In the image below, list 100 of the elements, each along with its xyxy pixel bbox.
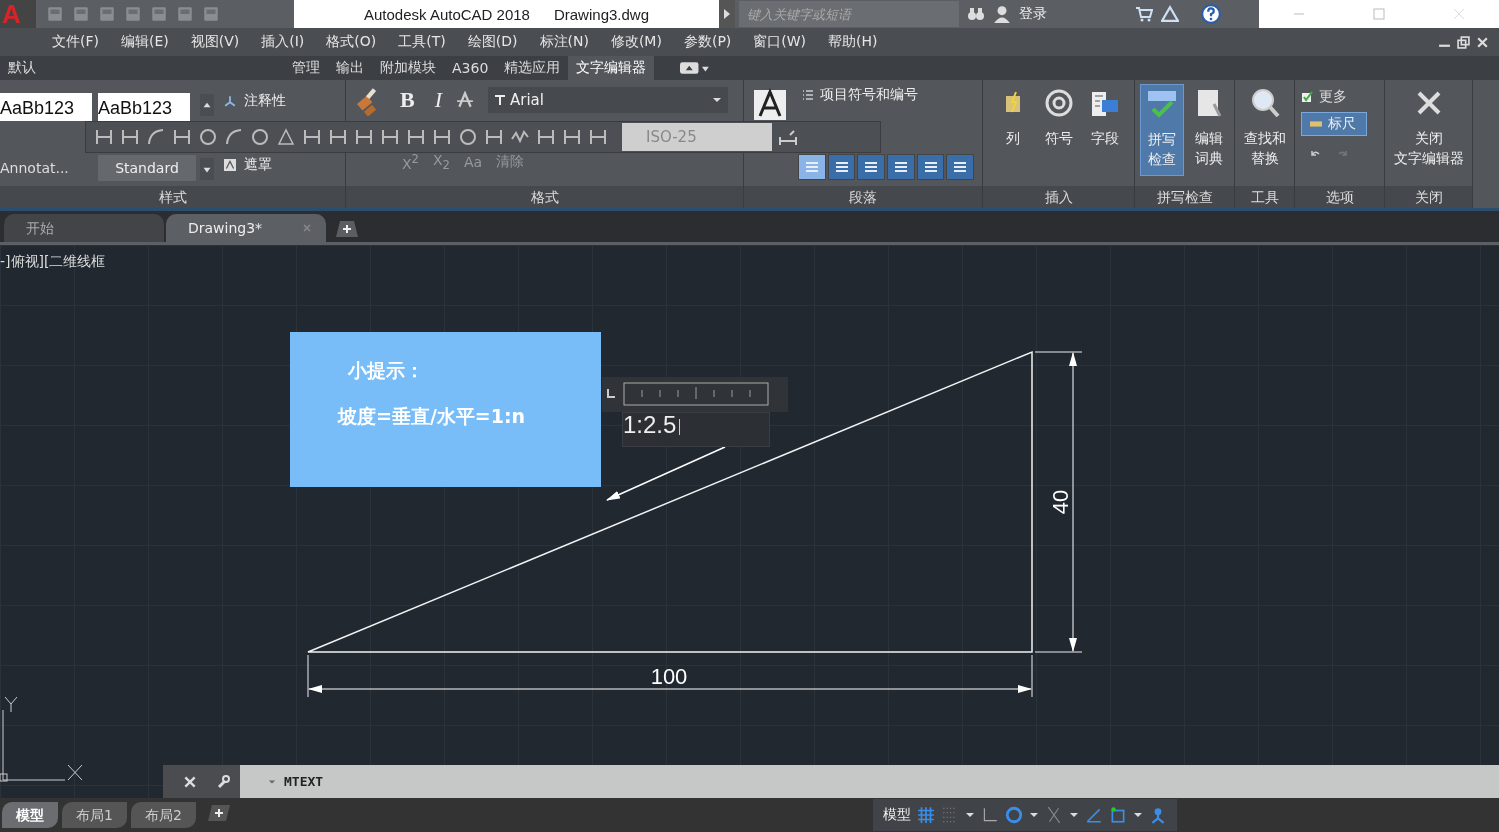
menu-item[interactable]: 修改(M) <box>610 33 674 51</box>
italic-button[interactable]: I <box>428 87 448 113</box>
more-button[interactable]: 更多 <box>1301 88 1378 106</box>
menu-item[interactable]: 编辑(E) <box>121 33 181 51</box>
dimension-tool-icon[interactable] <box>94 127 114 147</box>
find-replace-button[interactable]: 查找和 替换 <box>1239 84 1290 176</box>
document-tab[interactable]: 开始 <box>4 214 164 242</box>
style-sample[interactable]: AaBb123 <box>0 93 92 121</box>
menu-item[interactable]: 视图(V) <box>190 33 252 51</box>
text-ruler[interactable] <box>602 377 788 412</box>
layout-tab[interactable]: 布局2 <box>130 802 196 828</box>
dimension-tool-icon[interactable] <box>562 127 582 147</box>
dimension-tool-icon[interactable] <box>458 127 478 147</box>
dimension-tool-icon[interactable] <box>380 127 400 147</box>
dimension-tool-icon[interactable] <box>328 127 348 147</box>
style-field[interactable]: Standard <box>98 155 196 181</box>
login-link[interactable]: 登录 <box>1019 5 1047 23</box>
ribbon-tab[interactable]: 文字编辑器 <box>568 56 655 80</box>
dimension-update-icon[interactable] <box>778 127 798 147</box>
cart-icon[interactable] <box>1135 5 1153 23</box>
dimension-tool-icon[interactable] <box>588 127 608 147</box>
isodraft-icon[interactable] <box>1045 806 1063 824</box>
menu-item[interactable]: 参数(P) <box>683 33 744 51</box>
ribbon-tab[interactable]: 精选应用 <box>496 56 569 80</box>
help-icon[interactable] <box>1201 4 1221 24</box>
dimension-tool-icon[interactable] <box>198 127 218 147</box>
panel-toggle-icon[interactable] <box>680 61 711 75</box>
dimension-tool-icon[interactable] <box>302 127 322 147</box>
close-icon[interactable] <box>1476 35 1489 49</box>
ribbon-tab[interactable]: 附加模块 <box>372 56 444 80</box>
style-sample[interactable]: AaBb123 <box>98 93 190 121</box>
dimension-tool-icon[interactable] <box>276 127 296 147</box>
insert-button[interactable]: 符号 <box>1037 84 1080 176</box>
polar-icon[interactable] <box>1005 806 1023 824</box>
align-button[interactable] <box>827 154 856 180</box>
annotative-button[interactable]: 注释性 <box>224 91 334 111</box>
viewport-label[interactable]: -]俯视][二维线框 <box>0 253 106 271</box>
bold-button[interactable]: B <box>394 87 421 113</box>
dropdown-icon[interactable] <box>1133 810 1143 820</box>
model-space-button[interactable]: 模型 <box>883 806 911 824</box>
menu-item[interactable]: 帮助(H) <box>828 33 890 51</box>
object-snap-icon[interactable] <box>1109 806 1127 824</box>
dropdown-icon[interactable] <box>1069 810 1079 820</box>
dimension-tool-icon[interactable] <box>354 127 374 147</box>
dimension-tool-icon[interactable] <box>432 127 452 147</box>
align-button[interactable] <box>857 154 885 180</box>
annotative-style[interactable]: Annotat... <box>0 160 92 176</box>
dropdown-icon[interactable] <box>965 810 975 820</box>
menu-item[interactable]: 插入(I) <box>261 33 317 51</box>
menu-item[interactable]: 标注(N) <box>539 33 601 51</box>
mtext-editor[interactable]: 1:2.5 <box>622 412 770 447</box>
wrench-icon[interactable] <box>216 774 231 789</box>
grid-icon[interactable] <box>917 806 935 824</box>
dropdown-icon[interactable] <box>268 777 276 786</box>
font-dropdown[interactable]: Arial <box>488 87 728 113</box>
ribbon-tab[interactable]: A360 <box>444 57 497 79</box>
dimension-tool-icon[interactable] <box>484 127 504 147</box>
menu-item[interactable]: 绘图(D) <box>467 33 530 51</box>
close-icon[interactable] <box>182 774 197 789</box>
text-height-icon[interactable] <box>752 86 788 122</box>
align-button[interactable] <box>946 154 975 180</box>
menu-item[interactable]: 工具(T) <box>398 33 458 51</box>
strikethrough-icon[interactable] <box>456 91 474 109</box>
align-button[interactable] <box>887 154 915 180</box>
annotation-scale-icon[interactable] <box>1149 806 1167 824</box>
close-editor-button[interactable]: 关闭 文字编辑器 <box>1389 84 1468 176</box>
dimension-tool-icon[interactable] <box>120 127 140 147</box>
ruler-button[interactable]: 标尺 <box>1301 112 1367 136</box>
expand-icon[interactable] <box>200 158 214 180</box>
menu-item[interactable]: 窗口(W) <box>753 33 819 51</box>
ribbon-tab[interactable]: 默认 <box>0 56 44 80</box>
new-tab-icon[interactable] <box>336 220 358 238</box>
search-field[interactable]: 键入关键字或短语 <box>739 1 959 27</box>
restore-icon[interactable] <box>1457 35 1470 49</box>
angle-icon[interactable] <box>1085 806 1103 824</box>
dimension-tool-icon[interactable] <box>250 127 270 147</box>
dropdown-icon[interactable] <box>1029 810 1039 820</box>
bullets-button[interactable]: 项目符号和编号 <box>802 86 918 104</box>
triangle-icon[interactable] <box>1161 5 1179 23</box>
menu-item[interactable]: 文件(F) <box>52 33 111 51</box>
insert-button[interactable]: 列 <box>991 84 1034 176</box>
ribbon-tab[interactable]: 输出 <box>328 56 372 80</box>
ribbon-tab[interactable]: 管理 <box>284 56 328 80</box>
dimension-tool-icon[interactable] <box>172 127 192 147</box>
dimension-tool-icon[interactable] <box>406 127 426 147</box>
align-button[interactable] <box>798 154 826 180</box>
insert-button[interactable]: 字段 <box>1083 84 1126 176</box>
new-layout-icon[interactable] <box>207 804 230 822</box>
dimension-tool-icon[interactable] <box>536 127 556 147</box>
binoculars-icon[interactable] <box>967 5 985 23</box>
ortho-icon[interactable] <box>981 806 999 824</box>
dimension-tool-icon[interactable] <box>146 127 166 147</box>
dimension-tool-icon[interactable] <box>224 127 244 147</box>
scroll-up-icon[interactable] <box>200 94 214 116</box>
layout-tab[interactable]: 布局1 <box>62 802 127 828</box>
mask-button[interactable]: 遮罩 <box>224 155 334 175</box>
spell-button[interactable]: 编辑 词典 <box>1187 84 1230 176</box>
spell-button[interactable]: 拼写 检查 <box>1139 84 1184 176</box>
layout-tab[interactable]: 模型 <box>2 802 58 828</box>
document-tab[interactable]: Drawing3* <box>166 214 326 242</box>
